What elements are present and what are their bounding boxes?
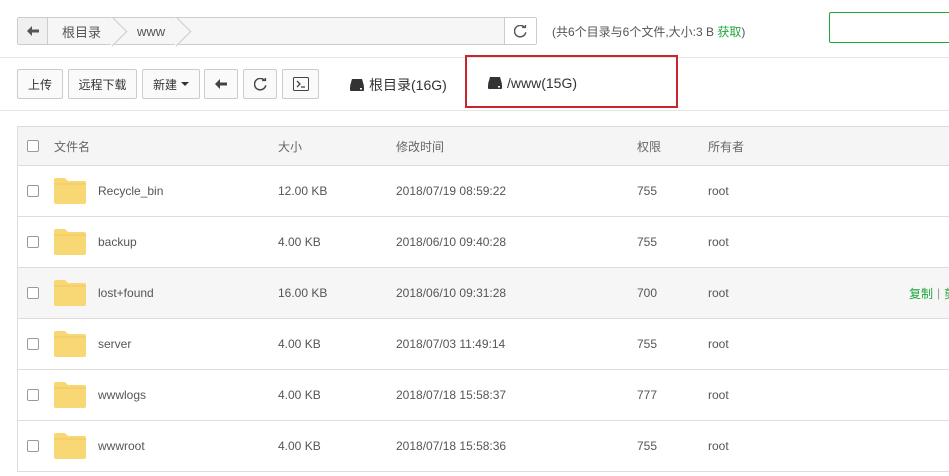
arrow-left-icon <box>26 26 39 36</box>
caret-down-icon <box>181 82 189 86</box>
directory-summary: (共6个目录与6个文件,大小:3 B 获取) <box>552 25 746 39</box>
refresh-button[interactable] <box>243 69 277 99</box>
file-mtime: 2018/07/03 11:49:14 <box>396 337 506 351</box>
file-owner: root <box>708 337 729 351</box>
file-permission: 755 <box>637 184 658 198</box>
file-table: 文件名 大小 修改时间 权限 所有者 Recycle_bin 12.00 KB … <box>17 126 949 472</box>
file-size: 12.00 KB <box>278 184 328 198</box>
folder-icon <box>54 382 86 408</box>
file-name[interactable]: lost+found <box>98 268 154 318</box>
table-row[interactable]: wwwroot 4.00 KB 2018/07/18 15:58:36 755 … <box>18 420 949 471</box>
file-name[interactable]: wwwlogs <box>98 370 146 420</box>
file-size: 4.00 KB <box>278 388 321 402</box>
new-dropdown-button[interactable]: 新建 <box>142 69 200 99</box>
table-row[interactable]: server 4.00 KB 2018/07/03 11:49:14 755 r… <box>18 318 949 369</box>
select-all-checkbox[interactable] <box>27 140 39 152</box>
terminal-button[interactable] <box>282 69 319 99</box>
path-refresh-button[interactable] <box>504 18 536 44</box>
file-mtime: 2018/06/10 09:40:28 <box>396 235 507 249</box>
file-permission: 755 <box>637 439 658 453</box>
file-permission: 755 <box>637 235 658 249</box>
row-checkbox[interactable] <box>27 236 39 248</box>
copy-action[interactable]: 复制 <box>909 285 933 302</box>
table-row[interactable]: backup 4.00 KB 2018/06/10 09:40:28 755 r… <box>18 216 949 267</box>
go-back-button[interactable] <box>204 69 238 99</box>
file-size: 4.00 KB <box>278 337 321 351</box>
file-owner: root <box>708 439 729 453</box>
header-permission[interactable]: 权限 <box>637 127 661 165</box>
file-permission: 755 <box>637 337 658 351</box>
header-mtime[interactable]: 修改时间 <box>396 127 444 165</box>
action-separator: | <box>937 286 941 300</box>
file-name[interactable]: server <box>98 319 131 369</box>
file-size: 4.00 KB <box>278 235 321 249</box>
breadcrumb-root[interactable]: 根目录 <box>48 18 118 44</box>
file-size: 4.00 KB <box>278 439 321 453</box>
disk-root[interactable]: 根目录(16G) <box>350 75 447 95</box>
highlight-box <box>465 55 678 108</box>
get-size-link[interactable]: 获取 <box>717 25 741 39</box>
header-name[interactable]: 文件名 <box>54 127 90 165</box>
file-permission: 700 <box>637 286 658 300</box>
back-button[interactable] <box>18 18 48 44</box>
terminal-icon <box>292 77 309 91</box>
row-checkbox[interactable] <box>27 287 39 299</box>
row-checkbox[interactable] <box>27 440 39 452</box>
row-actions: 复制 |剪 <box>909 268 949 318</box>
arrow-left-icon <box>215 79 227 89</box>
table-row[interactable]: wwwlogs 4.00 KB 2018/07/18 15:58:37 777 … <box>18 369 949 420</box>
folder-icon <box>54 331 86 357</box>
upload-button[interactable]: 上传 <box>17 69 63 99</box>
file-mtime: 2018/06/10 09:31:28 <box>396 286 507 300</box>
table-row[interactable]: lost+found 16.00 KB 2018/06/10 09:31:28 … <box>18 267 949 318</box>
file-owner: root <box>708 235 729 249</box>
folder-icon <box>54 433 86 459</box>
file-mtime: 2018/07/18 15:58:37 <box>396 388 507 402</box>
file-mtime: 2018/07/18 15:58:36 <box>396 439 507 453</box>
file-mtime: 2018/07/19 08:59:22 <box>396 184 507 198</box>
file-permission: 777 <box>637 388 658 402</box>
file-owner: root <box>708 184 729 198</box>
table-header: 文件名 大小 修改时间 权限 所有者 <box>18 127 949 165</box>
table-row[interactable]: Recycle_bin 12.00 KB 2018/07/19 08:59:22… <box>18 165 949 216</box>
file-owner: root <box>708 388 729 402</box>
refresh-icon <box>253 77 266 91</box>
remote-download-button[interactable]: 远程下载 <box>68 69 137 99</box>
search-input[interactable] <box>829 12 949 43</box>
row-checkbox[interactable] <box>27 338 39 350</box>
folder-icon <box>54 178 86 204</box>
file-name[interactable]: Recycle_bin <box>98 166 163 216</box>
hard-disk-icon <box>350 79 364 91</box>
row-checkbox[interactable] <box>27 389 39 401</box>
refresh-icon <box>514 24 527 38</box>
file-size: 16.00 KB <box>278 286 328 300</box>
path-bar: 根目录 www <box>17 17 537 45</box>
file-owner: root <box>708 286 729 300</box>
folder-icon <box>54 229 86 255</box>
header-size[interactable]: 大小 <box>278 127 302 165</box>
row-checkbox[interactable] <box>27 185 39 197</box>
folder-icon <box>54 280 86 306</box>
path-input-area[interactable] <box>181 18 504 44</box>
header-owner[interactable]: 所有者 <box>708 127 744 165</box>
address-bar-area: 根目录 www (共6个目录与6个文件,大小:3 B 获取) <box>0 0 949 58</box>
file-name[interactable]: wwwroot <box>98 421 145 471</box>
cut-action[interactable]: 剪 <box>944 285 949 302</box>
file-name[interactable]: backup <box>98 217 137 267</box>
